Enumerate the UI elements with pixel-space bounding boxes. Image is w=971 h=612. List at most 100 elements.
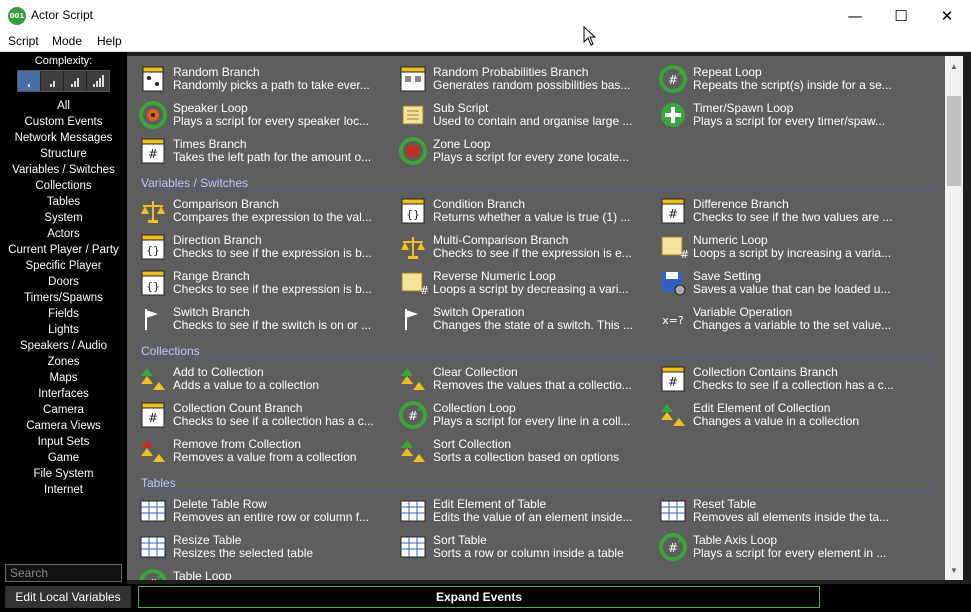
menu-mode[interactable]: Mode — [52, 34, 82, 48]
event-item-switch-branch[interactable]: Switch Branch Checks to see if the switch… — [131, 302, 389, 336]
event-item-table-loop[interactable]: # Table Loop — [131, 566, 389, 580]
event-item-repeat-loop[interactable]: # Repeat Loop Repeats the script(s) inside… — [651, 62, 909, 96]
event-item-table-axis-loop[interactable]: # Table Axis Loop Plays a script for every… — [651, 530, 909, 564]
sidebar-item-interfaces[interactable]: Interfaces — [0, 386, 127, 402]
event-name: Edit Element of Table — [433, 497, 547, 511]
sidebar-item-input-sets[interactable]: Input Sets — [0, 434, 127, 450]
event-name: Collection Count Branch — [173, 401, 303, 415]
sidebar-item-network-messages[interactable]: Network Messages — [0, 130, 127, 146]
dice-icon — [142, 66, 164, 92]
sidebar-item-maps[interactable]: Maps — [0, 370, 127, 386]
event-name: Zone Loop — [433, 137, 491, 151]
event-name: Times Branch — [173, 137, 247, 151]
event-item-comparison-branch[interactable]: Comparison Branch Compares the expression… — [131, 194, 389, 228]
switch-branch-icon — [145, 309, 158, 330]
event-item-timer-spawn-loop[interactable]: Timer/Spawn Loop Plays a script for every… — [651, 98, 909, 132]
event-item-condition-branch[interactable]: {} Condition Branch Returns whether a valu… — [391, 194, 649, 228]
maximize-button[interactable]: ☐ — [878, 0, 924, 31]
events-panel: Random Branch Randomly picks a path to ta… — [127, 56, 945, 580]
scroll-thumb[interactable] — [947, 96, 961, 186]
minimize-button[interactable]: — — [832, 0, 878, 31]
event-item-multi-comparison-branch[interactable]: Multi-Comparison Branch Checks to see if … — [391, 230, 649, 264]
event-item-collection-loop[interactable]: # Collection Loop Plays a script for every… — [391, 398, 649, 432]
edit-local-variables-button[interactable]: Edit Local Variables — [5, 586, 131, 608]
event-name: Random Probabilities Branch — [433, 65, 589, 79]
sidebar-item-current-player-party[interactable]: Current Player / Party — [0, 242, 127, 258]
event-item-reverse-numeric-loop[interactable]: # Reverse Numeric LoopLoops a script by d… — [391, 266, 649, 300]
complexity-level-2[interactable] — [41, 71, 64, 91]
event-item-numeric-loop[interactable]: # Numeric LoopLoops a script by increasin… — [651, 230, 909, 264]
sidebar-item-tables[interactable]: Tables — [0, 194, 127, 210]
scroll-down-icon[interactable]: ▼ — [945, 562, 963, 578]
event-description: Edits the value of an element inside... — [433, 510, 633, 524]
event-item-sort-collection[interactable]: Sort Collection Sorts a collection based … — [391, 434, 649, 468]
close-button[interactable]: ✕ — [924, 0, 970, 31]
sidebar-item-file-system[interactable]: File System — [0, 466, 127, 482]
event-item-random-branch[interactable]: Random Branch Randomly picks a path to ta… — [131, 62, 389, 96]
event-item-zone-loop[interactable]: Zone Loop Plays a script for every zone l… — [391, 134, 649, 168]
event-item-times-branch[interactable]: # Times Branch Takes the left path for the… — [131, 134, 389, 168]
event-item-resize-table[interactable]: Resize Table Resizes the selected table — [131, 530, 389, 564]
event-item-reset-table[interactable]: Reset Table Removes all elements inside t… — [651, 494, 909, 528]
search-input[interactable]: Search — [5, 564, 122, 582]
sidebar-item-all[interactable]: All — [0, 98, 127, 114]
event-item-clear-collection[interactable]: Clear Collection Removes the values that … — [391, 362, 649, 396]
sidebar-item-speakers-audio[interactable]: Speakers / Audio — [0, 338, 127, 354]
svg-text:x=?: x=? — [662, 314, 684, 327]
sidebar-item-lights[interactable]: Lights — [0, 322, 127, 338]
event-item-switch-operation[interactable]: Switch Operation Changes the state of a s… — [391, 302, 649, 336]
event-item-speaker-loop[interactable]: Speaker Loop Plays a script for every spe… — [131, 98, 389, 132]
dice-probabilities-icon — [400, 66, 426, 92]
sidebar-item-actors[interactable]: Actors — [0, 226, 127, 242]
sidebar-item-game[interactable]: Game — [0, 450, 127, 466]
sidebar-item-variables-switches[interactable]: Variables / Switches — [0, 162, 127, 178]
event-description: Removes an entire row or column f... — [173, 510, 370, 524]
sidebar-item-specific-player[interactable]: Specific Player — [0, 258, 127, 274]
event-item-remove-from-collection[interactable]: Remove from Collection Removes a value fr… — [131, 434, 389, 468]
scales-icon — [141, 201, 165, 223]
menu-help[interactable]: Help — [97, 34, 122, 48]
event-item-difference-branch[interactable]: # Difference Branch Checks to see if the t… — [651, 194, 909, 228]
event-item-delete-table-row[interactable]: Delete Table Row Removes an entire row or… — [131, 494, 389, 528]
complexity-level-3[interactable] — [64, 71, 87, 91]
expand-events-button[interactable]: Expand Events — [138, 586, 820, 608]
sidebar-item-zones[interactable]: Zones — [0, 354, 127, 370]
sidebar-item-timers-spawns[interactable]: Timers/Spawns — [0, 290, 127, 306]
sidebar-item-camera[interactable]: Camera — [0, 402, 127, 418]
complexity-level-4[interactable] — [87, 71, 109, 91]
event-item-direction-branch[interactable]: {} Direction Branch Checks to see if the e… — [131, 230, 389, 264]
event-description: Plays a script for every timer/spaw... — [693, 114, 886, 128]
event-description: Plays a script for every speaker loc... — [173, 114, 370, 128]
event-item-sub-script[interactable]: Sub Script Used to contain and organise l… — [391, 98, 649, 132]
sidebar-item-doors[interactable]: Doors — [0, 274, 127, 290]
sidebar-item-internet[interactable]: Internet — [0, 482, 127, 498]
event-name: Condition Branch — [433, 197, 526, 211]
event-item-edit-element-of-collection[interactable]: Edit Element of Collection Changes a valu… — [651, 398, 909, 432]
event-item-sort-table[interactable]: Sort Table Sorts a row or column inside a… — [391, 530, 649, 564]
event-description: Changes the state of a switch. This ... — [433, 318, 633, 332]
sidebar-item-fields[interactable]: Fields — [0, 306, 127, 322]
reverse-numeric-loop-icon: # — [401, 272, 428, 297]
event-item-variable-operation[interactable]: x=? Variable Operation Changes a variable … — [651, 302, 909, 336]
sidebar-item-system[interactable]: System — [0, 210, 127, 226]
complexity-level-1[interactable] — [18, 71, 41, 91]
sidebar-item-custom-events[interactable]: Custom Events — [0, 114, 127, 130]
event-item-random-probabilities-branch[interactable]: Random Probabilities Branch Generates ran… — [391, 62, 649, 96]
menu-script[interactable]: Script — [8, 34, 39, 48]
event-name: Multi-Comparison Branch — [433, 233, 569, 247]
event-description: Checks to see if the expression is e... — [433, 246, 632, 260]
sidebar-item-camera-views[interactable]: Camera Views — [0, 418, 127, 434]
event-item-edit-element-of-table[interactable]: Edit Element of Table Edits the value of … — [391, 494, 649, 528]
event-item-collection-contains-branch[interactable]: # Collection Contains Branch Checks to see… — [651, 362, 909, 396]
complexity-selector[interactable] — [17, 70, 110, 92]
section-divider — [141, 190, 935, 191]
event-item-save-setting[interactable]: Save Setting Saves a value that can be lo… — [651, 266, 909, 300]
sidebar-item-structure[interactable]: Structure — [0, 146, 127, 162]
event-description: Removes all elements inside the ta... — [693, 510, 890, 524]
event-item-collection-count-branch[interactable]: # Collection Count Branch Checks to see if… — [131, 398, 389, 432]
event-item-range-branch[interactable]: {} Range Branch Checks to see if the expre… — [131, 266, 389, 300]
vertical-scrollbar[interactable]: ▲ ▼ — [945, 56, 963, 580]
sidebar-item-collections[interactable]: Collections — [0, 178, 127, 194]
event-item-add-to-collection[interactable]: Add to Collection Adds a value to a colle… — [131, 362, 389, 396]
scroll-up-icon[interactable]: ▲ — [945, 58, 963, 74]
